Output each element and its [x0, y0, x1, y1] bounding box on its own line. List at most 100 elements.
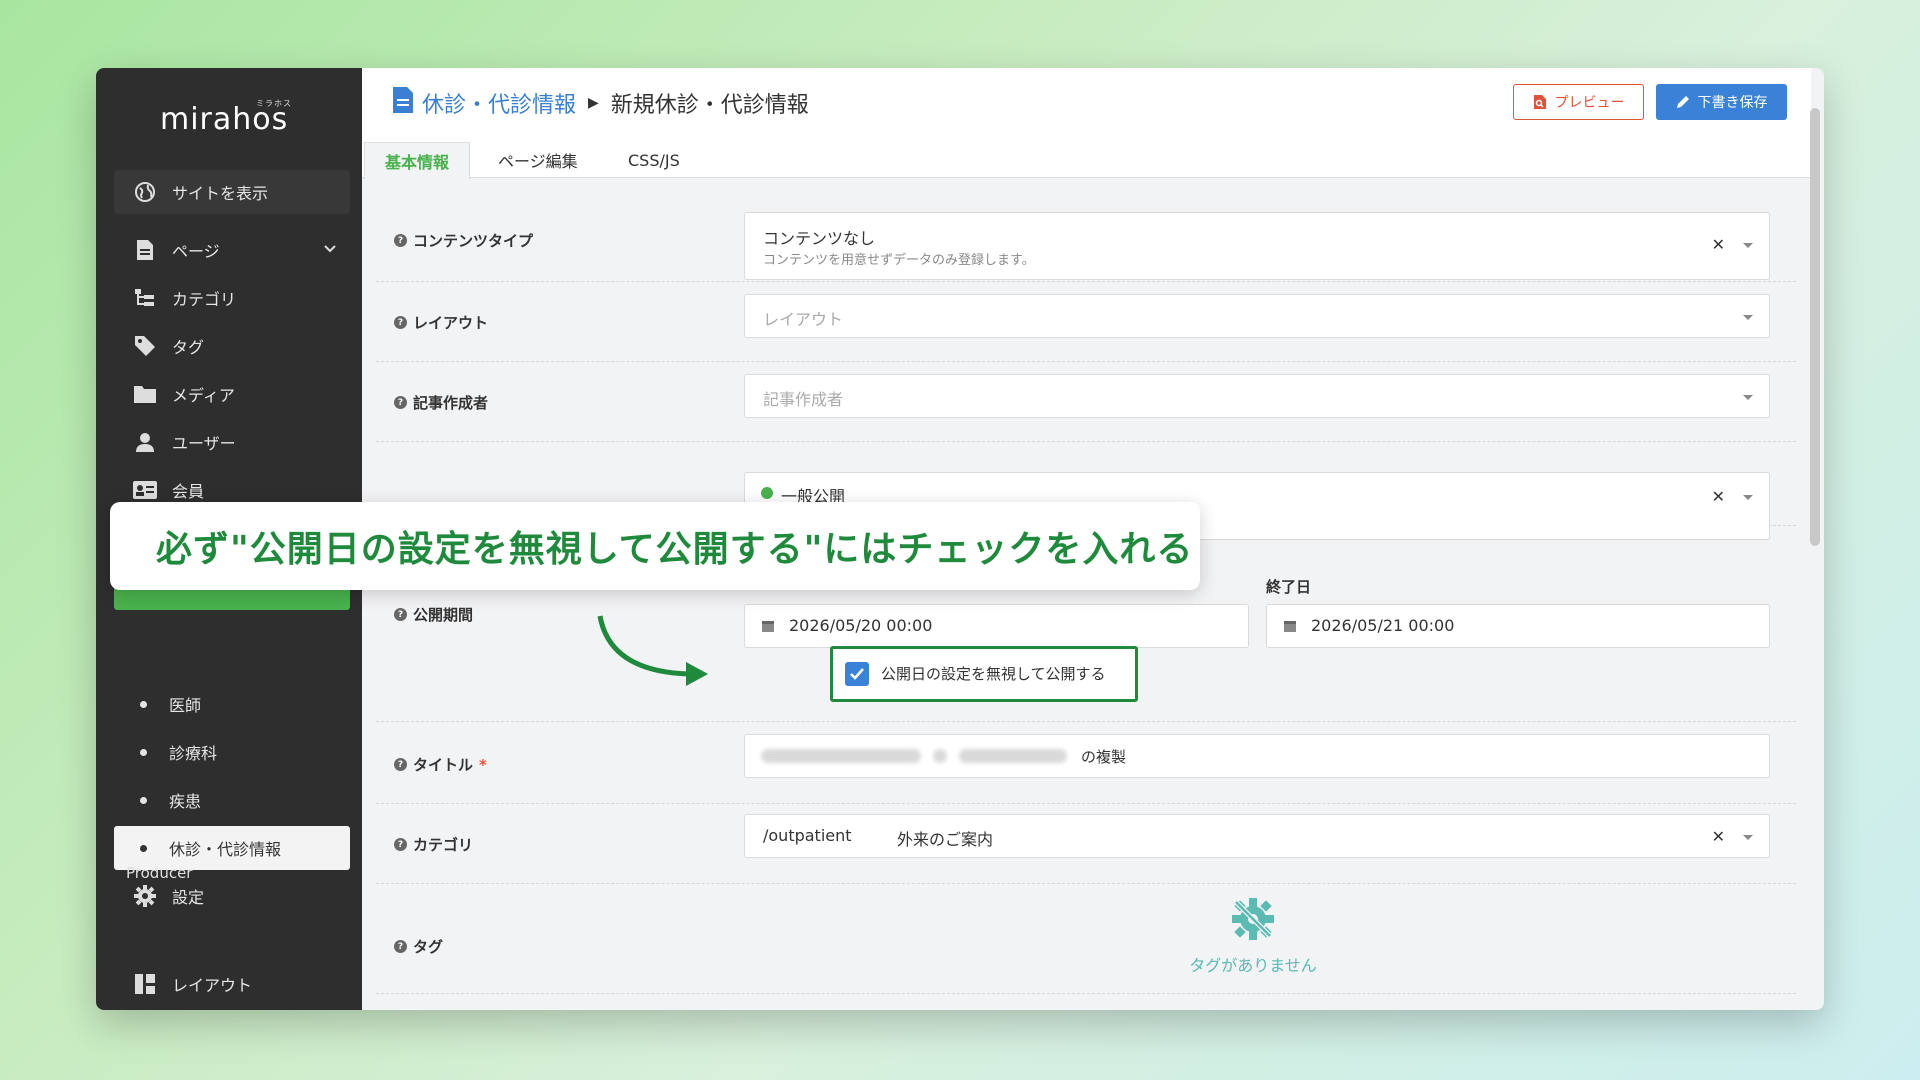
sidebar-subitem-doctors[interactable]: 医師	[114, 682, 350, 726]
bullet-icon	[140, 844, 147, 852]
help-icon[interactable]: ?	[394, 396, 407, 409]
bullet-icon	[140, 748, 147, 756]
sidebar-item-label: 設定	[172, 888, 205, 907]
sidebar-item-categories[interactable]: カテゴリ	[114, 276, 350, 320]
ignore-date-checkbox[interactable]	[845, 662, 869, 686]
clear-icon[interactable]: ✕	[1712, 487, 1725, 506]
chevron-down-icon[interactable]	[322, 240, 338, 260]
category-slug: /outpatient	[763, 826, 852, 845]
sidebar-subitem-label: 医師	[169, 696, 202, 715]
period-label: ? 公開期間	[394, 604, 473, 625]
sidebar-subitem-label: 診療科	[169, 744, 218, 763]
title-input[interactable]: の複製	[744, 734, 1770, 778]
help-icon[interactable]: ?	[394, 608, 407, 621]
title-label: ? タイトル *	[394, 754, 487, 775]
help-icon[interactable]: ?	[394, 234, 407, 247]
tags-label: ? タグ	[394, 936, 443, 957]
clear-icon[interactable]: ✕	[1712, 235, 1725, 254]
sidebar-item-media[interactable]: メディア	[114, 372, 350, 416]
folder-icon	[132, 381, 158, 407]
calendar-icon	[1283, 618, 1297, 637]
layout-select[interactable]: レイアウト	[744, 294, 1770, 338]
sidebar-item-label: タグ	[172, 338, 205, 357]
tags-label-text: タグ	[413, 938, 444, 956]
pencil-icon	[1676, 95, 1690, 109]
sidebar-item-label: ページ	[172, 242, 220, 261]
category-tree-icon	[132, 285, 158, 311]
period-label-text: 公開期間	[413, 606, 474, 624]
end-date-input[interactable]: 2026/05/21 00:00	[1266, 604, 1770, 648]
sidebar-section-producer: Producer	[126, 864, 193, 882]
end-date-label: 終了日	[1266, 578, 1312, 596]
calendar-icon	[761, 618, 775, 637]
breadcrumb-separator-icon: ▶	[588, 95, 599, 111]
globe-icon	[132, 179, 158, 205]
category-select[interactable]: /outpatient 外来のご案内 ✕	[744, 814, 1770, 858]
start-date-value: 2026/05/20 00:00	[789, 616, 933, 635]
document-icon	[132, 237, 158, 263]
preview-button[interactable]: プレビュー	[1513, 84, 1644, 120]
view-site-button[interactable]: サイトを表示	[114, 170, 350, 214]
instruction-callout: 必ず"公開日の設定を無視して公開する"にはチェックを入れる	[110, 502, 1200, 590]
breadcrumb: 休診・代診情報 ▶ 新規休診・代診情報	[392, 86, 809, 120]
tab-bar: 基本情報 ページ編集 CSS/JS	[362, 142, 1811, 179]
member-card-icon	[132, 477, 158, 503]
caret-down-icon[interactable]	[1743, 395, 1753, 400]
layout-label-text: レイアウト	[413, 314, 489, 332]
sidebar-item-label: メディア	[172, 386, 235, 405]
no-tags-icon	[1228, 898, 1278, 948]
content-type-label-text: コンテンツタイプ	[413, 232, 534, 250]
sidebar-item-pages[interactable]: ページ	[114, 228, 350, 272]
document-icon	[392, 86, 414, 120]
sidebar-item-layout[interactable]: レイアウト	[114, 962, 350, 1006]
bullet-icon	[140, 796, 147, 804]
breadcrumb-parent-link[interactable]: 休診・代診情報	[422, 87, 576, 119]
empty-tags-state: タグがありません	[1153, 894, 1353, 976]
bullet-icon	[140, 700, 147, 708]
user-icon	[132, 429, 158, 455]
content-type-select[interactable]: コンテンツなし コンテンツを用意せずデータのみ登録します。 ✕	[744, 212, 1770, 280]
start-date-input[interactable]: 2026/05/20 00:00	[744, 604, 1249, 648]
tab-css-js[interactable]: CSS/JS	[628, 142, 680, 178]
sidebar-item-users[interactable]: ユーザー	[114, 420, 350, 464]
caret-down-icon[interactable]	[1743, 835, 1753, 840]
preview-icon	[1533, 94, 1547, 110]
category-label-text: カテゴリ	[413, 836, 474, 854]
tab-page-edit[interactable]: ページ編集	[498, 142, 578, 178]
status-dot-icon	[761, 487, 773, 499]
tab-basic-info[interactable]: 基本情報	[364, 142, 471, 179]
page-header: 休診・代診情報 ▶ 新規休診・代診情報 プレビュー 下書き保存	[362, 68, 1811, 142]
author-label: ? 記事作成者	[394, 392, 488, 413]
author-select[interactable]: 記事作成者	[744, 374, 1770, 418]
caret-down-icon[interactable]	[1743, 495, 1753, 500]
sidebar-item-label: 会員	[172, 482, 205, 501]
required-mark: *	[479, 755, 487, 774]
ignore-date-label[interactable]: 公開日の設定を無視して公開する	[881, 663, 1106, 684]
redacted-title-text	[761, 749, 1067, 763]
sidebar-item-label: ユーザー	[172, 434, 236, 453]
sidebar-subitem-departments[interactable]: 診療科	[114, 730, 350, 774]
help-icon[interactable]: ?	[394, 316, 407, 329]
content-type-value: コンテンツなし	[763, 229, 876, 248]
category-label: ? カテゴリ	[394, 834, 473, 855]
clear-icon[interactable]: ✕	[1712, 827, 1725, 846]
save-draft-label: 下書き保存	[1697, 95, 1768, 111]
save-draft-button[interactable]: 下書き保存	[1656, 84, 1787, 120]
help-icon[interactable]: ?	[394, 758, 407, 771]
caret-down-icon[interactable]	[1743, 315, 1753, 320]
sidebar-item-tags[interactable]: タグ	[114, 324, 350, 368]
sidebar-subitem-diseases[interactable]: 疾患	[114, 778, 350, 822]
tag-icon	[132, 333, 158, 359]
caret-down-icon[interactable]	[1743, 243, 1753, 248]
content-type-description: コンテンツを用意せずデータのみ登録します。	[763, 253, 1035, 268]
layout-label: ? レイアウト	[394, 312, 488, 333]
sidebar-subitem-label: 疾患	[169, 792, 202, 811]
empty-tags-text: タグがありません	[1189, 956, 1317, 975]
help-icon[interactable]: ?	[394, 940, 407, 953]
pointer-arrow-icon	[597, 615, 708, 686]
title-label-text: タイトル	[413, 756, 474, 774]
scrollbar[interactable]	[1810, 108, 1820, 546]
help-icon[interactable]: ?	[394, 838, 407, 851]
logo[interactable]: mirahos ミラホス	[160, 99, 300, 142]
logo-subtext: ミラホス	[256, 99, 292, 108]
